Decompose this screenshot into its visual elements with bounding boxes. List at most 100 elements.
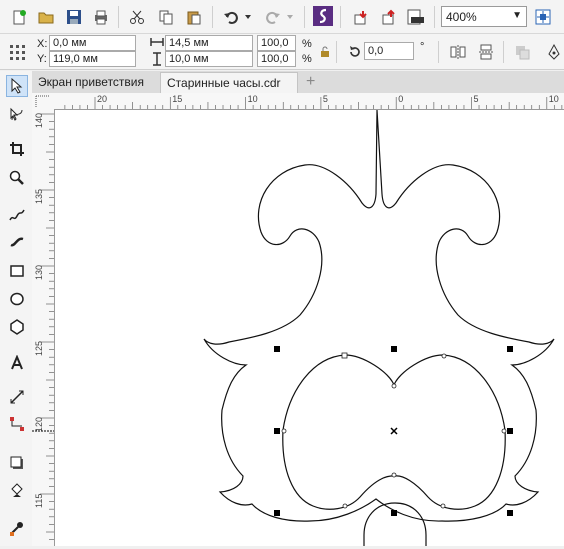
ruler-label: 140 (34, 113, 44, 128)
rotation-field[interactable]: 0,0 (364, 42, 414, 60)
y-position-value: 119,0 мм (53, 53, 98, 65)
import-icon[interactable] (350, 6, 372, 28)
undo-dropdown-icon[interactable] (243, 6, 253, 28)
ornament-lower-arch (363, 502, 427, 546)
y-label: Y: (37, 53, 47, 65)
selection-handle (274, 346, 280, 352)
freehand-tool-icon[interactable] (6, 204, 28, 226)
zoom-level-select[interactable]: 400% ▼ (441, 6, 527, 27)
mirror-horizontal-icon[interactable] (447, 41, 469, 63)
scale-y-field[interactable]: 100,0 (257, 51, 296, 67)
redo-dropdown-icon[interactable] (285, 6, 295, 28)
x-position-field[interactable]: 0,0 мм (49, 35, 136, 51)
polygon-tool-icon[interactable] (6, 316, 28, 338)
shape-tool-icon[interactable] (6, 104, 28, 126)
width-field[interactable]: 14,5 мм (165, 35, 253, 51)
artistic-media-icon[interactable] (6, 230, 28, 252)
height-field[interactable]: 10,0 мм (165, 51, 253, 67)
x-position-value: 0,0 мм (53, 37, 87, 49)
selection-handle (507, 510, 513, 516)
drawing-canvas[interactable] (55, 110, 564, 546)
dimension-tool-icon[interactable] (6, 386, 28, 408)
ruler-corner[interactable] (32, 93, 55, 110)
document-tab-bar: Экран приветствия Старинные часы.cdr + (32, 71, 564, 93)
height-icon (152, 52, 162, 70)
scale-x-field[interactable]: 100,0 (257, 35, 296, 51)
snap-to-icon[interactable] (532, 6, 554, 28)
ruler-label: 120 (34, 417, 44, 432)
selection-handle (391, 510, 397, 516)
text-tool-icon[interactable] (6, 352, 28, 374)
ruler-label: 115 (34, 494, 44, 508)
rotation-value: 0,0 (368, 45, 384, 57)
copy-icon[interactable] (155, 6, 177, 28)
cut-icon[interactable] (126, 6, 148, 28)
scale-x-value: 100,0 (261, 37, 289, 49)
horizontal-ruler[interactable]: 20 15 10 5 0 5 10 (54, 93, 564, 110)
height-value: 10,0 мм (169, 53, 209, 65)
rectangle-tool-icon[interactable] (6, 260, 28, 282)
ruler-label: 135 (34, 189, 44, 204)
undo-icon[interactable] (220, 6, 242, 28)
degree-label: ° (420, 41, 425, 53)
pen-nib-icon[interactable] (543, 41, 564, 63)
ruler-label: 125 (34, 341, 44, 356)
fill-tool-icon[interactable] (6, 479, 28, 501)
rotate-icon (344, 41, 366, 63)
ruler-label: 130 (34, 265, 44, 280)
redo-icon[interactable] (262, 6, 284, 28)
zoom-tool-icon[interactable] (6, 167, 28, 189)
export-icon[interactable] (378, 6, 400, 28)
pick-tool-icon[interactable] (6, 75, 28, 97)
tab-label: Экран приветствия (38, 75, 145, 89)
scale-y-value: 100,0 (261, 53, 289, 65)
selection-handle (274, 428, 280, 434)
ruler-label: 10 (248, 94, 258, 104)
ornament-outline (203, 110, 555, 522)
x-label: X: (37, 38, 48, 50)
connector-tool-icon[interactable] (6, 413, 28, 435)
ruler-label: 5 (323, 94, 328, 104)
property-bar: X: 0,0 мм Y: 119,0 мм 14,5 мм 10,0 мм 10… (0, 34, 564, 70)
ornament-inner-ring (282, 354, 506, 510)
print-icon[interactable] (90, 6, 112, 28)
paste-icon[interactable] (183, 6, 205, 28)
export-pdf-icon[interactable] (405, 6, 427, 28)
tab-label: Старинные часы.cdr (167, 76, 281, 90)
corel-connect-icon[interactable] (312, 5, 334, 27)
ellipse-tool-icon[interactable] (6, 288, 28, 310)
ruler-label: 0 (398, 94, 403, 104)
zoom-level-value: 400% (446, 10, 477, 24)
width-icon (150, 36, 164, 52)
lock-ratio-icon[interactable] (318, 41, 332, 63)
chevron-down-icon: ▼ (512, 10, 522, 21)
crop-tool-icon[interactable] (6, 138, 28, 160)
ruler-label: 20 (97, 94, 107, 104)
ruler-label: 15 (172, 94, 182, 104)
new-document-icon[interactable] (8, 6, 30, 28)
scale-y-percent: % (302, 53, 312, 65)
mirror-vertical-icon[interactable] (475, 41, 497, 63)
drop-shadow-tool-icon[interactable] (6, 452, 28, 474)
object-origin-icon[interactable] (6, 41, 28, 63)
scale-x-percent: % (302, 38, 312, 50)
ruler-label: 10 (549, 94, 559, 104)
ruler-label: 5 (474, 94, 479, 104)
eyedropper-tool-icon[interactable] (6, 517, 28, 539)
selection-handle (274, 510, 280, 516)
selection-handle (391, 346, 397, 352)
tab-welcome-screen[interactable]: Экран приветствия (32, 72, 160, 93)
tab-document[interactable]: Старинные часы.cdr (160, 72, 298, 93)
save-icon[interactable] (63, 6, 85, 28)
width-value: 14,5 мм (169, 37, 209, 49)
selection-handle (507, 428, 513, 434)
vertical-ruler[interactable]: 140 135 130 125 120 115 (32, 109, 55, 546)
open-icon[interactable] (35, 6, 57, 28)
y-position-field[interactable]: 119,0 мм (49, 51, 136, 67)
toolbox (0, 71, 33, 546)
convert-to-curves-icon[interactable] (511, 41, 533, 63)
standard-toolbar: 400% ▼ (0, 0, 564, 34)
center-marker (390, 427, 398, 435)
selection-handle (507, 346, 513, 352)
add-tab-icon[interactable]: + (300, 72, 324, 93)
